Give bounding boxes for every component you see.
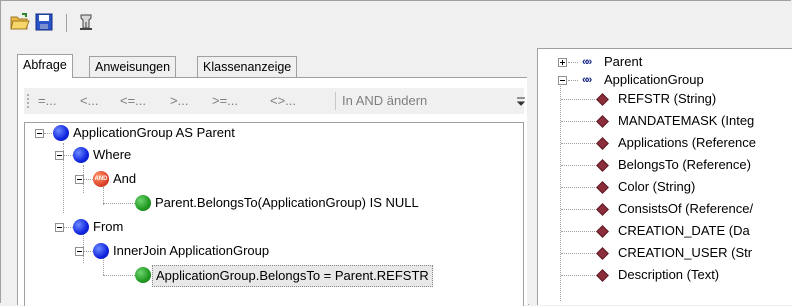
filter-icon[interactable]	[74, 10, 98, 34]
tree-node-label: Where	[93, 147, 132, 162]
tab-anweisungen[interactable]: Anweisungen	[89, 56, 177, 77]
property-item[interactable]: MANDATEMASK (Integ	[538, 112, 788, 130]
op-less-equal-button[interactable]: <=...	[120, 93, 146, 108]
join-node-icon	[93, 243, 109, 259]
op-less-button[interactable]: <...	[80, 93, 98, 108]
entity-node-icon	[53, 125, 69, 141]
tree-node-label: And	[113, 171, 137, 186]
from-node-icon	[73, 219, 89, 235]
property-item[interactable]: Color (String)	[538, 178, 788, 196]
property-label: BelongsTo (Reference)	[618, 157, 751, 172]
op-equals-button[interactable]: =...	[38, 93, 56, 108]
property-label: Description (Text)	[618, 267, 720, 282]
property-item[interactable]: BelongsTo (Reference)	[538, 156, 788, 174]
property-item[interactable]: REFSTR (String)	[538, 90, 788, 108]
property-label: ConsistsOf (Reference/	[618, 201, 754, 216]
class-icon: «»	[582, 74, 592, 86]
tree-node-join[interactable]: InnerJoin ApplicationGroup	[25, 241, 425, 261]
property-icon	[596, 247, 609, 260]
collapse-icon[interactable]	[75, 247, 84, 256]
tree-node-join-condition[interactable]: ApplicationGroup.BelongsTo = Parent.REFS…	[25, 265, 523, 287]
tree-node-from[interactable]: From	[25, 217, 425, 237]
class-node-label: ApplicationGroup	[604, 72, 704, 87]
change-to-and-button[interactable]: In AND ändern	[342, 93, 427, 108]
toolbar-overflow-icon[interactable]	[516, 96, 526, 108]
tab-content-abfrage: =... <... <=... >... >=... <>... In AND …	[17, 77, 529, 306]
and-operator-icon: AND	[93, 171, 109, 187]
tree-line	[561, 231, 595, 232]
class-icon: «»	[582, 56, 592, 68]
tree-line	[561, 99, 595, 100]
toolbar-grip[interactable]	[27, 94, 31, 108]
tree-line	[561, 187, 595, 188]
op-greater-equal-button[interactable]: >=...	[212, 93, 238, 108]
tab-klassenanzeige[interactable]: Klassenanzeige	[197, 56, 298, 77]
property-label: CREATION_DATE (Da	[618, 223, 750, 238]
property-icon	[596, 203, 609, 216]
open-folder-icon[interactable]	[8, 10, 32, 34]
tree-node-label: Parent.BelongsTo(ApplicationGroup) IS NU…	[155, 195, 419, 210]
property-icon	[596, 181, 609, 194]
where-node-icon	[73, 147, 89, 163]
property-item[interactable]: Description (Text)	[538, 266, 788, 284]
tree-node-and[interactable]: AND And	[25, 169, 425, 189]
class-node-label: Parent	[604, 54, 643, 69]
tree-line	[561, 143, 595, 144]
collapse-icon[interactable]	[55, 151, 64, 160]
tree-line	[561, 275, 595, 276]
property-label: REFSTR (String)	[618, 91, 717, 106]
tree-node-label: From	[93, 219, 124, 234]
property-icon	[596, 159, 609, 172]
property-label: Color (String)	[618, 179, 696, 194]
panel-splitter[interactable]	[527, 48, 535, 304]
property-label: Applications (Reference	[618, 135, 757, 150]
property-icon	[596, 115, 609, 128]
op-greater-button[interactable]: >...	[170, 93, 188, 108]
toolbar-separator	[335, 92, 336, 110]
collapse-icon[interactable]	[558, 76, 567, 85]
tab-abfrage[interactable]: Abfrage	[17, 54, 73, 78]
operator-toolbar: =... <... <=... >... >=... <>... In AND …	[24, 88, 526, 114]
main-toolbar	[4, 6, 784, 36]
condition-node-icon	[135, 195, 151, 211]
tree-node-root[interactable]: ApplicationGroup AS Parent	[25, 123, 425, 143]
property-icon	[596, 93, 609, 106]
property-icon	[596, 225, 609, 238]
property-label: MANDATEMASK (Integ	[618, 113, 755, 128]
save-icon[interactable]	[32, 10, 56, 34]
tree-node-label: InnerJoin ApplicationGroup	[113, 243, 270, 258]
query-panel: Abfrage Anweisungen Klassenanzeige =... …	[17, 48, 529, 306]
property-item[interactable]: ConsistsOf (Reference/	[538, 200, 788, 218]
class-tree: «» Parent «» ApplicationGroup REFSTR (St…	[537, 48, 792, 305]
tree-node-label: ApplicationGroup.BelongsTo = Parent.REFS…	[152, 265, 433, 287]
property-icon	[596, 137, 609, 150]
tree-node-where[interactable]: Where	[25, 145, 425, 165]
property-item[interactable]: CREATION_USER (Str	[538, 244, 788, 262]
tree-line	[561, 165, 595, 166]
toolbar-separator	[66, 14, 67, 32]
collapse-icon[interactable]	[35, 129, 44, 138]
collapse-icon[interactable]	[55, 223, 64, 232]
collapse-icon[interactable]	[75, 175, 84, 184]
tree-node-condition[interactable]: Parent.BelongsTo(ApplicationGroup) IS NU…	[25, 193, 523, 213]
class-node-parent[interactable]: «» Parent	[538, 53, 788, 71]
property-item[interactable]: CREATION_DATE (Da	[538, 222, 788, 240]
property-label: CREATION_USER (Str	[618, 245, 753, 260]
tree-node-label: ApplicationGroup AS Parent	[73, 125, 235, 140]
condition-node-icon	[135, 267, 151, 283]
tree-line	[561, 253, 595, 254]
class-node-group[interactable]: «» ApplicationGroup	[538, 71, 788, 89]
property-item[interactable]: Applications (Reference	[538, 134, 788, 152]
query-tree: ApplicationGroup AS Parent Where AND And…	[24, 122, 524, 306]
tree-line	[561, 121, 595, 122]
expand-icon[interactable]	[558, 58, 567, 67]
op-not-equal-button[interactable]: <>...	[270, 93, 296, 108]
property-icon	[596, 269, 609, 282]
tree-line	[561, 209, 595, 210]
